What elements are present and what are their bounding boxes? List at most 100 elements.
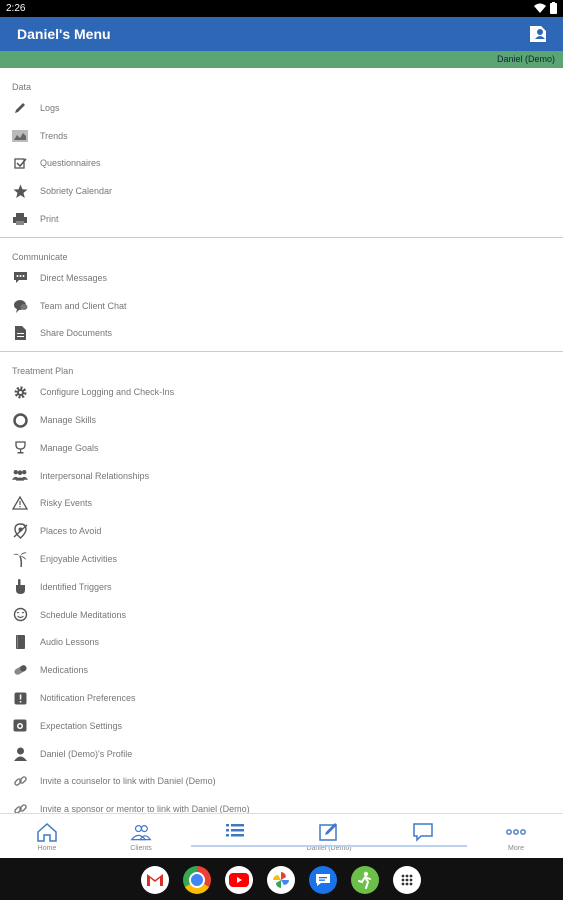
menu-item-label: Identified Triggers [40, 581, 112, 592]
menu-item-label: Notification Preferences [40, 693, 136, 704]
menu-item-invite-counselor[interactable]: Invite a counselor to link with Daniel (… [0, 768, 563, 796]
system-icons [534, 2, 557, 14]
more-icon [506, 829, 526, 835]
menu-item-label: Manage Goals [40, 442, 99, 453]
menu-item-direct-messages[interactable]: Direct Messages [0, 264, 563, 292]
menu-item-sobriety-calendar[interactable]: Sobriety Calendar [0, 177, 563, 205]
tab-more[interactable]: More [469, 814, 563, 859]
people-icon [12, 470, 28, 481]
menu-item-print[interactable]: Print [0, 205, 563, 233]
menu-item-manage-skills[interactable]: Manage Skills [0, 406, 563, 434]
tab-chat[interactable] [376, 814, 470, 859]
menu-item-label: Invite a counselor to link with Daniel (… [40, 776, 216, 787]
bottom-navigation: Home Clients Daniel (Demo) More [0, 813, 563, 859]
account-switch-icon[interactable] [527, 23, 549, 45]
menu-item-label: Trends [40, 130, 68, 141]
menu-item-label: Configure Logging and Check-Ins [40, 387, 175, 398]
battery-icon [550, 2, 557, 14]
messages-icon[interactable] [309, 866, 337, 894]
section-title-data: Data [12, 82, 32, 92]
menu-item-schedule-meditations[interactable]: Schedule Meditations [0, 601, 563, 629]
home-icon [37, 822, 57, 842]
menu-item-label: Logs [40, 102, 60, 113]
star-icon [13, 184, 27, 198]
menu-item-notification-preferences[interactable]: Notification Preferences [0, 684, 563, 712]
current-user-bar: Daniel (Demo) [0, 51, 563, 68]
active-tab-indicator [191, 845, 467, 847]
menu-item-manage-goals[interactable]: Manage Goals [0, 434, 563, 462]
printer-icon [13, 213, 27, 226]
menu-item-label: Risky Events [40, 498, 93, 509]
menu-item-interpersonal-relationships[interactable]: Interpersonal Relationships [0, 462, 563, 490]
photos-icon[interactable] [267, 866, 295, 894]
menu-item-profile[interactable]: Daniel (Demo)'s Profile [0, 740, 563, 768]
chat-bubble-icon [413, 823, 433, 842]
no-location-icon [13, 523, 27, 540]
menu-item-enjoyable-activities[interactable]: Enjoyable Activities [0, 545, 563, 573]
list-icon [226, 824, 244, 837]
section-title-communicate: Communicate [12, 251, 68, 262]
menu-item-team-client-chat[interactable]: Team and Client Chat [0, 292, 563, 320]
youtube-icon[interactable] [225, 866, 253, 894]
menu-item-trends[interactable]: Trends [0, 122, 563, 150]
menu-item-label: Expectation Settings [40, 720, 123, 731]
menu-item-label: Print [40, 214, 59, 225]
sobriety-app-icon[interactable] [351, 866, 379, 894]
tab-label: More [508, 845, 524, 852]
face-icon [13, 607, 27, 622]
gmail-icon[interactable] [141, 866, 169, 894]
menu-item-label: Invite a sponsor or mentor to link with … [40, 804, 250, 813]
menu-item-places-to-avoid[interactable]: Places to Avoid [0, 517, 563, 545]
tab-label: Clients [130, 845, 152, 852]
checkbox-icon [13, 158, 27, 169]
clients-icon [130, 825, 152, 841]
page-title: Daniel's Menu [17, 26, 111, 42]
menu-item-label: Schedule Meditations [40, 609, 127, 620]
tab-clients[interactable]: Clients [94, 814, 188, 859]
menu-item-identified-triggers[interactable]: Identified Triggers [0, 573, 563, 601]
tab-label: Home [37, 845, 57, 852]
menu-item-label: Places to Avoid [40, 526, 102, 537]
expectation-icon [13, 719, 27, 732]
menu-item-label: Daniel (Demo)'s Profile [40, 748, 133, 759]
tab-list[interactable] [188, 814, 282, 859]
menu-item-configure-logging[interactable]: Configure Logging and Check-Ins [0, 378, 563, 406]
menu-item-label: Medications [40, 665, 89, 676]
menu-list: Data Logs Trends Questionnaires Sobriety… [0, 68, 563, 813]
person-icon [13, 747, 27, 761]
link-icon [13, 803, 27, 813]
status-time: 2:26 [6, 3, 26, 14]
menu-item-label: Direct Messages [40, 272, 108, 283]
notification-icon [14, 692, 26, 705]
palm-tree-icon [12, 552, 27, 568]
menu-item-risky-events[interactable]: Risky Events [0, 490, 563, 518]
menu-item-invite-sponsor[interactable]: Invite a sponsor or mentor to link with … [0, 795, 563, 813]
menu-item-label: Interpersonal Relationships [40, 470, 150, 481]
tab-current-client[interactable]: Daniel (Demo) [282, 814, 376, 859]
menu-item-questionnaires[interactable]: Questionnaires [0, 150, 563, 178]
message-icon [13, 272, 27, 284]
menu-item-expectation-settings[interactable]: Expectation Settings [0, 712, 563, 740]
android-dock [0, 858, 563, 900]
menu-item-audio-lessons[interactable]: Audio Lessons [0, 629, 563, 657]
status-bar: 2:26 [0, 0, 563, 17]
chat-icon [13, 299, 27, 313]
trophy-icon [14, 441, 26, 454]
link-icon [13, 776, 27, 786]
menu-item-medications[interactable]: Medications [0, 656, 563, 684]
menu-item-label: Questionnaires [40, 158, 101, 169]
menu-item-logs[interactable]: Logs [0, 94, 563, 122]
app-bar: Daniel's Menu [0, 17, 563, 51]
menu-item-label: Sobriety Calendar [40, 186, 113, 197]
app-drawer-icon[interactable] [393, 866, 421, 894]
pencil-icon [15, 102, 25, 113]
warning-icon [12, 496, 28, 511]
gear-icon [14, 386, 26, 399]
section-title-treatment-plan: Treatment Plan [12, 366, 74, 377]
menu-item-share-documents[interactable]: Share Documents [0, 320, 563, 348]
chart-icon [12, 129, 28, 142]
edit-icon [319, 823, 337, 841]
chrome-icon[interactable] [183, 866, 211, 894]
menu-item-label: Enjoyable Activities [40, 554, 118, 565]
tab-home[interactable]: Home [0, 814, 94, 859]
